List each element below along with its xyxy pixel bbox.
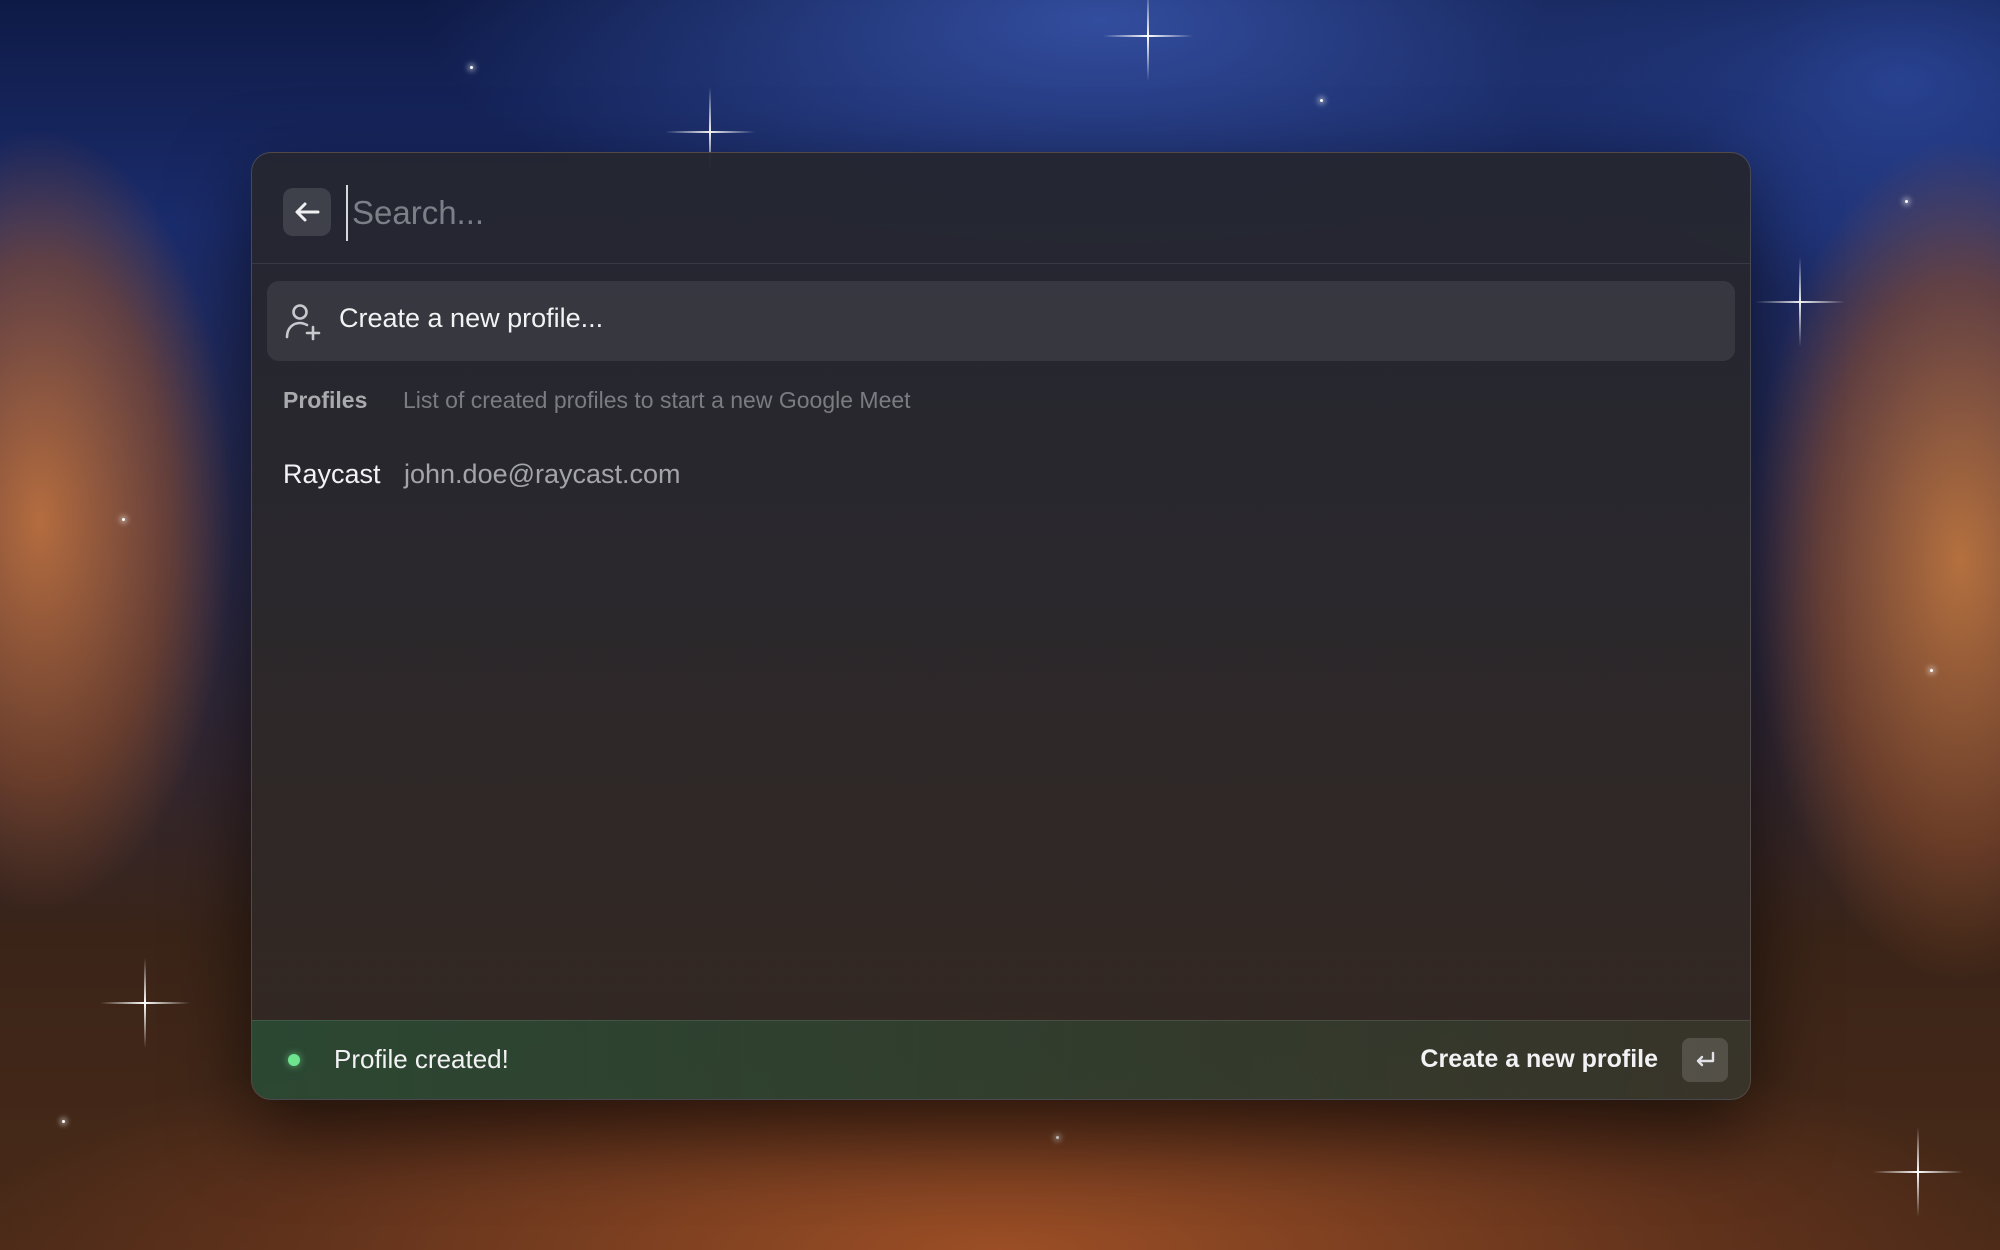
star: [62, 1120, 65, 1123]
section-subtitle: List of created profiles to start a new …: [403, 387, 911, 413]
primary-action-button[interactable]: Create a new profile: [1420, 1045, 1658, 1074]
profile-email: john.doe@raycast.com: [404, 459, 681, 489]
create-profile-action[interactable]: Create a new profile...: [267, 281, 1735, 361]
person-add-icon: [285, 304, 321, 341]
star: [470, 66, 473, 69]
search-input[interactable]: [346, 185, 1654, 241]
action-bar: Profile created! Create a new profile: [252, 1020, 1750, 1099]
star: [1056, 1136, 1059, 1139]
raycast-window: Create a new profile... Profiles List of…: [251, 152, 1751, 1100]
return-key-icon: [1696, 1051, 1715, 1067]
search-bar: [252, 153, 1750, 264]
arrow-left-icon: [295, 202, 320, 222]
profile-name: Raycast: [283, 459, 381, 489]
profile-item[interactable]: Raycast john.doe@raycast.com: [267, 443, 1735, 511]
toast-message: Profile created!: [334, 1044, 509, 1074]
star: [1320, 99, 1323, 102]
section-title: Profiles: [283, 387, 368, 413]
star: [1930, 669, 1933, 672]
return-key-button[interactable]: [1682, 1038, 1728, 1082]
star: [1905, 200, 1908, 203]
star: [122, 518, 125, 521]
create-profile-label: Create a new profile...: [339, 303, 604, 333]
back-button[interactable]: [283, 188, 331, 236]
status-dot-icon: [288, 1054, 300, 1066]
